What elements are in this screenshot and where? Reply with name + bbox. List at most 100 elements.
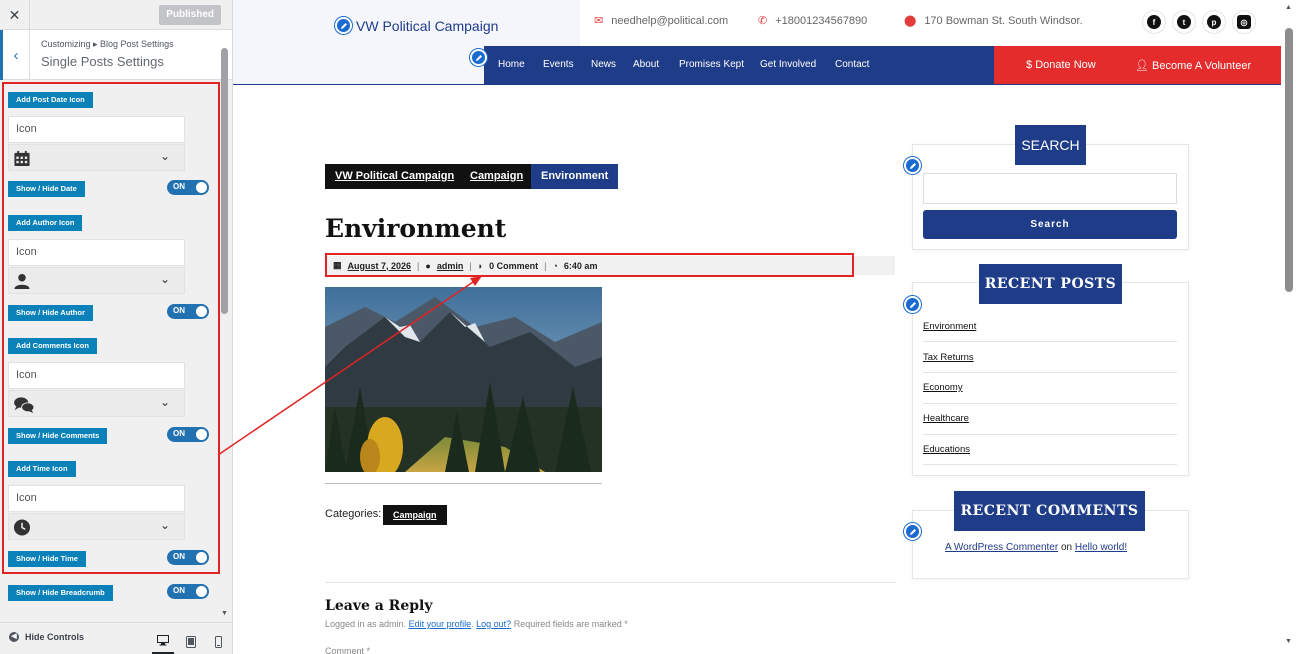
- nav-contact[interactable]: Contact: [835, 59, 869, 70]
- twitter-link[interactable]: t: [1172, 10, 1196, 34]
- scroll-down-icon[interactable]: ▼: [220, 610, 229, 617]
- toggle-knob: [196, 552, 207, 563]
- author-icon-input[interactable]: Icon: [8, 239, 185, 266]
- search-input[interactable]: [923, 173, 1177, 204]
- show-hide-author-toggle[interactable]: ON: [167, 304, 209, 319]
- date-icon-select[interactable]: ⌄: [8, 144, 185, 171]
- period-text: .: [471, 619, 474, 629]
- nav-events[interactable]: Events: [543, 59, 574, 70]
- instagram-link[interactable]: ◎: [1232, 10, 1256, 34]
- comment-post-link[interactable]: Hello world!: [1075, 542, 1127, 553]
- post-time: 6:40 am: [563, 260, 598, 271]
- tag-vw-political-campaign[interactable]: VW Political Campaign: [325, 164, 465, 189]
- edit-pencil-icon[interactable]: [904, 296, 921, 313]
- tablet-preview-button[interactable]: [180, 629, 202, 654]
- category-campaign-link[interactable]: Campaign: [383, 505, 447, 525]
- donate-label: Donate Now: [1035, 59, 1096, 71]
- recent-post-link[interactable]: Economy: [923, 382, 1177, 393]
- toggle-state: ON: [173, 586, 185, 595]
- customizer-header: ✕ Published: [0, 0, 232, 30]
- tablet-icon: [186, 636, 196, 648]
- content-divider: [325, 483, 602, 484]
- nav-home[interactable]: Home: [498, 59, 525, 70]
- meta-separator: |: [417, 260, 420, 271]
- comments-icon-select[interactable]: ⌄: [8, 390, 185, 417]
- recent-post-link[interactable]: Environment: [923, 321, 1177, 332]
- post-author[interactable]: admin: [437, 261, 464, 271]
- scroll-thumb[interactable]: [221, 48, 228, 314]
- desktop-preview-button[interactable]: [152, 629, 174, 654]
- edit-profile-link[interactable]: Edit your profile: [409, 619, 472, 629]
- become-volunteer-button[interactable]: 👤︎ Become A Volunteer: [1135, 59, 1251, 72]
- show-hide-comments-toggle[interactable]: ON: [167, 427, 209, 442]
- mobile-preview-button[interactable]: [207, 629, 229, 654]
- scroll-up-icon[interactable]: ▲: [1285, 4, 1292, 11]
- show-hide-breadcrumb-label: Show / Hide Breadcrumb: [8, 585, 113, 601]
- site-title[interactable]: VW Political Campaign: [356, 18, 498, 34]
- show-hide-time-toggle[interactable]: ON: [167, 550, 209, 565]
- search-button[interactable]: Search: [923, 210, 1177, 239]
- recent-post-link[interactable]: Healthcare: [923, 413, 1177, 424]
- calendar-icon: ▦: [333, 260, 342, 270]
- tag-environment[interactable]: Environment: [531, 164, 619, 189]
- post-date[interactable]: August 7, 2026: [348, 261, 412, 271]
- edit-pencil-icon[interactable]: [470, 49, 487, 66]
- post-meta: ▦ August 7, 2026 | ● admin | ◗ 0 Comment…: [325, 256, 895, 275]
- nav-get-involved[interactable]: Get Involved: [760, 59, 816, 70]
- edit-pencil-icon[interactable]: [335, 17, 352, 34]
- close-icon[interactable]: ✕: [0, 0, 30, 30]
- contact-email[interactable]: ✉ needhelp@political.com: [594, 14, 729, 28]
- nav-news[interactable]: News: [591, 59, 616, 70]
- address-text: 170 Bowman St. South Windsor.: [924, 14, 1083, 27]
- site-brand[interactable]: VW Political Campaign: [335, 17, 498, 34]
- tag-campaign[interactable]: Campaign: [460, 164, 534, 189]
- user-icon: [14, 273, 30, 290]
- recent-post-link[interactable]: Educations: [923, 444, 1177, 455]
- time-icon-select[interactable]: ⌄: [8, 513, 185, 540]
- facebook-icon: f: [1147, 15, 1161, 29]
- show-hide-date-label: Show / Hide Date: [8, 181, 85, 197]
- chevron-down-icon: ⌄: [159, 272, 170, 286]
- categories-label: Categories:: [325, 508, 382, 520]
- recent-post-link[interactable]: Tax Returns: [923, 352, 1177, 363]
- comment-author-link[interactable]: A WordPress Commenter: [945, 542, 1058, 553]
- back-arrow-icon[interactable]: ‹: [0, 30, 30, 80]
- published-button[interactable]: Published: [159, 5, 221, 25]
- meta-separator: |: [544, 260, 547, 271]
- logout-link[interactable]: Log out?: [476, 619, 511, 629]
- edit-pencil-icon[interactable]: [904, 523, 921, 540]
- meta-separator: |: [469, 260, 472, 271]
- chevron-down-icon: ⌄: [159, 149, 170, 163]
- scroll-down-icon[interactable]: ▼: [1285, 638, 1292, 645]
- chevron-down-icon: ⌄: [159, 518, 170, 532]
- arrow-left-icon: ◀: [9, 632, 19, 642]
- scroll-thumb[interactable]: [1285, 28, 1293, 292]
- date-icon-input[interactable]: Icon: [8, 116, 185, 143]
- envelope-icon: ✉: [594, 15, 604, 27]
- add-time-icon-label: Add Time Icon: [8, 461, 76, 477]
- facebook-link[interactable]: f: [1142, 10, 1166, 34]
- search-widget-title: SEARCH: [1015, 125, 1086, 165]
- nav-about[interactable]: About: [633, 59, 659, 70]
- edit-pencil-icon[interactable]: [904, 157, 921, 174]
- panel-scrollbar[interactable]: ▲ ▼: [220, 48, 229, 617]
- author-icon-select[interactable]: ⌄: [8, 267, 185, 294]
- user-icon: ●: [425, 260, 431, 271]
- email-text: needhelp@political.com: [611, 14, 729, 27]
- donate-now-button[interactable]: $ Donate Now: [1026, 59, 1096, 71]
- preview-scrollbar[interactable]: ▲ ▼: [1282, 0, 1296, 654]
- hide-controls-button[interactable]: ◀ Hide Controls: [9, 632, 84, 642]
- show-hide-breadcrumb-toggle[interactable]: ON: [167, 584, 209, 599]
- leave-reply-heading: Leave a Reply: [325, 598, 433, 614]
- pinterest-link[interactable]: p: [1202, 10, 1226, 34]
- show-hide-date-toggle[interactable]: ON: [167, 180, 209, 195]
- required-note: Required fields are marked *: [513, 619, 628, 629]
- user-icon: 👤︎: [1135, 60, 1149, 72]
- recent-posts-title: RECENT POSTS: [979, 264, 1122, 304]
- toggle-knob: [196, 586, 207, 597]
- contact-phone[interactable]: ✆ +18001234567890: [758, 14, 867, 28]
- nav-promises-kept[interactable]: Promises Kept: [679, 59, 744, 70]
- contact-address[interactable]: ⬤ 170 Bowman St. South Windsor.: [904, 14, 1083, 28]
- time-icon-input[interactable]: Icon: [8, 485, 185, 512]
- comments-icon-input[interactable]: Icon: [8, 362, 185, 389]
